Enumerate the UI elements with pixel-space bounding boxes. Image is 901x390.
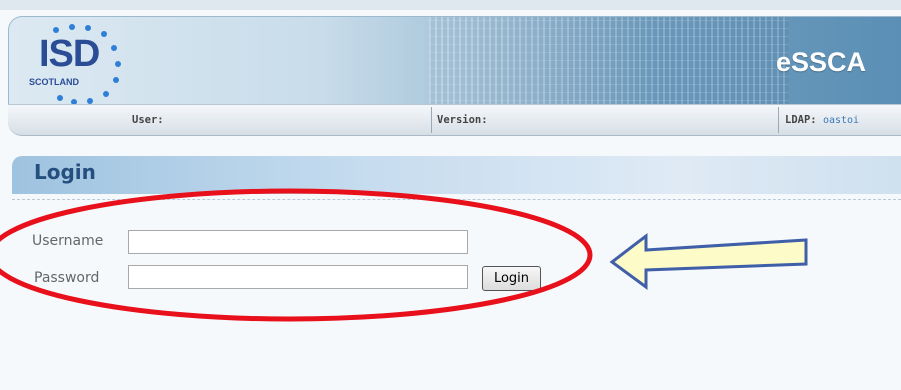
app-window: ISD SCOTLAND eSSCA User: Version: LDAP: …	[0, 0, 901, 390]
pointer-arrow	[609, 232, 808, 290]
annotation-overlay	[0, 188, 808, 322]
highlight-ellipse	[0, 188, 593, 322]
